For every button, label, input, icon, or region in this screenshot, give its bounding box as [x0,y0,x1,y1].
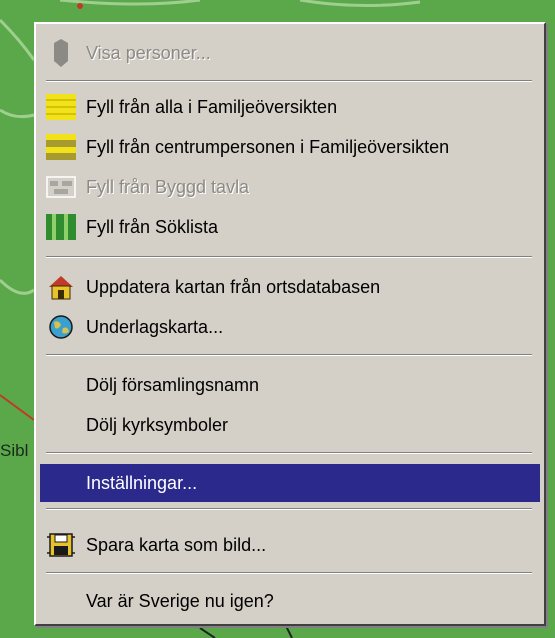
house-icon [44,272,78,302]
context-menu: Visa personer... Fyll från alla i Familj… [34,22,546,626]
menu-item-dolj-forsamlingsnamn[interactable]: Dölj församlingsnamn [40,366,540,404]
menu-item-label: Dölj församlingsnamn [86,374,260,395]
menu-item-var-ar-sverige[interactable]: Var är Sverige nu igen? [40,582,540,620]
menu-item-installningar[interactable]: Inställningar... [40,464,540,502]
menu-item-uppdatera-kartan[interactable]: Uppdatera kartan från ortsdatabasen [40,268,540,306]
yellow-olive-grid-icon [44,132,78,162]
menu-item-fyll-byggd-tavla[interactable]: Fyll från Byggd tavla [40,168,540,206]
menu-separator [46,256,532,258]
green-list-icon [44,212,78,242]
menu-item-label: Fyll från Söklista [86,216,219,237]
menu-item-label: Fyll från centrumpersonen i Familjeövers… [86,136,450,157]
menu-item-label: Uppdatera kartan från ortsdatabasen [86,276,381,297]
menu-separator [46,354,532,356]
menu-item-fyll-alla[interactable]: Fyll från alla i Familjeöversikten [40,88,540,126]
menu-separator [46,452,532,454]
menu-item-label: Fyll från Byggd tavla [86,176,250,197]
menu-item-label: Underlagskarta... [86,316,224,337]
save-map-icon [44,530,78,560]
menu-item-label: Visa personer... [86,42,211,63]
menu-separator [46,80,532,82]
menu-item-label: Var är Sverige nu igen? [86,590,274,611]
map-place-label: Sibl [0,441,29,460]
menu-item-fyll-centrumperson[interactable]: Fyll från centrumpersonen i Familjeövers… [40,128,540,166]
globe-icon [44,312,78,342]
menu-item-label: Spara karta som bild... [86,534,267,555]
board-icon [44,172,78,202]
menu-separator [46,508,532,510]
menu-item-visa-personer[interactable]: Visa personer... [40,34,540,72]
menu-item-underlagskarta[interactable]: Underlagskarta... [40,308,540,346]
person-silhouette-icon [44,38,78,68]
menu-item-dolj-kyrksymboler[interactable]: Dölj kyrksymboler [40,406,540,444]
menu-item-spara-karta[interactable]: Spara karta som bild... [40,526,540,564]
menu-item-label: Fyll från alla i Familjeöversikten [86,96,338,117]
yellow-grid-icon [44,92,78,122]
menu-separator [46,572,532,574]
menu-item-label: Dölj kyrksymboler [86,414,229,435]
menu-item-label: Inställningar... [86,472,198,493]
menu-item-fyll-soklista[interactable]: Fyll från Söklista [40,208,540,246]
